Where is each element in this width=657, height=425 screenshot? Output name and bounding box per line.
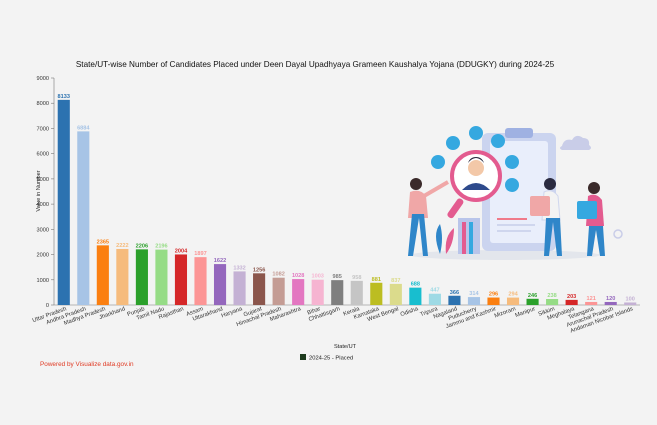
data-label: 246 <box>528 293 537 299</box>
y-tick-label: 6000 <box>37 152 49 158</box>
chart-title: State/UT-wise Number of Candidates Place… <box>76 60 555 69</box>
bar[interactable] <box>233 271 246 305</box>
x-axis-tick-labels: Uttar PradeshAndhra PradeshMadhya Prades… <box>32 306 634 335</box>
bar[interactable] <box>428 293 441 305</box>
y-tick-label: 2000 <box>37 253 49 259</box>
bar[interactable] <box>155 249 168 305</box>
chart: State/UT-wise Number of Candidates Place… <box>32 60 640 368</box>
bar[interactable] <box>487 297 500 305</box>
data-label: 2206 <box>136 243 148 249</box>
data-label: 120 <box>606 296 615 302</box>
data-label: 881 <box>372 277 381 283</box>
data-label: 1082 <box>272 272 284 278</box>
powered-by-link[interactable]: Powered by Visualize data.gov.in <box>40 361 134 368</box>
data-label: 294 <box>508 292 518 298</box>
bar[interactable] <box>194 257 207 305</box>
x-tick-label: Manipur <box>515 306 537 319</box>
y-tick-label: 0 <box>46 303 49 309</box>
y-tick-label: 3000 <box>37 227 49 233</box>
data-label: 837 <box>391 278 400 284</box>
bar[interactable] <box>526 298 539 305</box>
bar[interactable] <box>350 280 363 305</box>
bar[interactable] <box>292 279 305 305</box>
bar[interactable] <box>506 297 520 305</box>
data-label: 1028 <box>292 273 304 279</box>
data-label: 2004 <box>175 248 188 254</box>
data-label: 1003 <box>311 274 323 280</box>
x-axis-label: State/UT <box>334 344 357 350</box>
bar[interactable] <box>174 254 188 305</box>
bar[interactable] <box>135 249 148 305</box>
data-label: 1256 <box>253 267 265 273</box>
data-label: 100 <box>626 296 635 302</box>
data-label: 2222 <box>116 243 128 249</box>
legend-swatch <box>300 354 306 360</box>
bar[interactable] <box>565 299 578 305</box>
bar[interactable] <box>272 277 285 305</box>
data-label: 6884 <box>77 125 90 131</box>
bar[interactable] <box>624 302 637 305</box>
data-label: 238 <box>547 293 556 299</box>
y-tick-label: 9000 <box>37 76 49 82</box>
data-label: 2365 <box>97 239 109 245</box>
data-label: 314 <box>469 291 479 297</box>
data-label: 688 <box>411 282 420 288</box>
bar[interactable] <box>467 297 481 305</box>
x-tick-label: Odisha <box>400 306 420 318</box>
bar[interactable] <box>448 295 461 305</box>
bar[interactable] <box>96 245 109 305</box>
bar[interactable] <box>253 273 266 305</box>
bar[interactable] <box>585 301 598 305</box>
data-label: 1897 <box>194 251 206 257</box>
data-label: 121 <box>586 296 595 302</box>
data-label: 985 <box>333 274 342 280</box>
data-label: 203 <box>567 294 576 300</box>
y-tick-label: 7000 <box>37 126 49 132</box>
bar[interactable] <box>370 282 383 305</box>
data-label: 296 <box>489 292 498 298</box>
bar[interactable] <box>311 279 324 305</box>
bar[interactable] <box>57 99 70 305</box>
data-label: 447 <box>430 288 439 294</box>
data-label: 958 <box>352 275 361 281</box>
bar[interactable] <box>409 287 422 305</box>
y-tick-label: 8000 <box>37 101 49 107</box>
bar[interactable] <box>116 248 129 305</box>
data-label: 8133 <box>58 94 70 100</box>
data-label: 2196 <box>155 244 167 250</box>
legend-label: 2024-25 - Placed <box>309 356 353 362</box>
legend: 2024-25 - Placed <box>300 354 353 362</box>
data-label: 1332 <box>233 265 245 271</box>
bar[interactable] <box>389 283 402 305</box>
recruitment-illustration <box>408 126 623 260</box>
x-tick-label: Haryana <box>221 306 244 319</box>
data-label: 1622 <box>214 258 226 264</box>
bar[interactable] <box>546 298 559 305</box>
bar[interactable] <box>213 264 227 305</box>
bar[interactable] <box>604 301 617 305</box>
data-label: 366 <box>450 290 459 296</box>
y-axis-label: Value in Number <box>36 170 42 211</box>
bar[interactable] <box>331 280 344 305</box>
y-tick-label: 1000 <box>37 278 49 284</box>
bar[interactable] <box>77 131 90 305</box>
